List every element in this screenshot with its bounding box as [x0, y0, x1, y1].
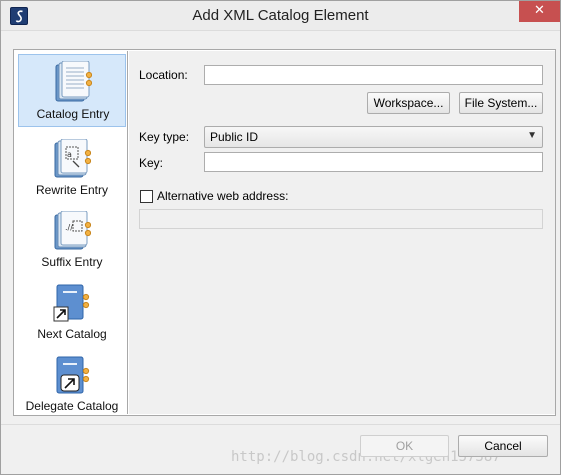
sidebar-item-label: Suffix Entry [41, 255, 103, 269]
workspace-button[interactable]: Workspace... [367, 92, 450, 114]
suffix-entry-icon: .// [53, 210, 92, 251]
svg-text:.//: .// [65, 223, 73, 232]
sidebar-item-label: Delegate Catalog [25, 399, 119, 413]
alternative-web-address-field [139, 209, 543, 229]
sidebar-item-label: Next Catalog [37, 327, 107, 341]
location-field[interactable] [204, 65, 543, 85]
dialog-title: Add XML Catalog Element [192, 7, 369, 24]
next-catalog-icon [53, 283, 91, 323]
sidebar-item-label: Catalog Entry [36, 107, 110, 121]
title-bar[interactable]: Add XML Catalog Element ✕ [1, 1, 560, 31]
sidebar-item-next-catalog[interactable]: Next Catalog [18, 277, 126, 347]
cancel-button[interactable]: Cancel [458, 435, 548, 457]
key-field[interactable] [204, 152, 543, 172]
sidebar-item-label: Rewrite Entry [35, 183, 109, 197]
chevron-down-icon: ▼ [527, 130, 537, 141]
svg-text:a: a [67, 150, 72, 159]
sidebar-item-delegate-catalog[interactable]: Delegate Catalog [18, 349, 126, 419]
key-label: Key: [139, 156, 164, 170]
file-system-button[interactable]: File System... [459, 92, 543, 114]
location-label: Location: [139, 68, 188, 82]
delegate-catalog-icon [53, 355, 91, 395]
alternative-web-address-checkbox[interactable] [140, 190, 153, 203]
sidebar-item-rewrite-entry[interactable]: a Rewrite Entry [18, 133, 126, 203]
catalog-entry-icon [54, 60, 93, 102]
key-type-select[interactable]: Public ID ▼ [204, 126, 543, 148]
content-panel: Catalog Entry a Rewrite Entry .// Suffix… [13, 49, 556, 416]
rewrite-entry-icon: a [53, 138, 92, 179]
close-button[interactable]: ✕ [519, 1, 560, 22]
footer-separator [1, 424, 560, 425]
alternative-web-address-label: Alternative web address: [157, 189, 289, 203]
close-icon: ✕ [534, 3, 545, 18]
key-type-value: Public ID [210, 130, 259, 144]
key-type-label: Key type: [139, 130, 190, 144]
ok-button[interactable]: OK [360, 435, 449, 457]
sidebar-item-suffix-entry[interactable]: .// Suffix Entry [18, 205, 126, 275]
entry-type-list: Catalog Entry a Rewrite Entry .// Suffix… [15, 51, 128, 414]
sidebar-item-catalog-entry[interactable]: Catalog Entry [18, 54, 126, 127]
entry-form: Location: Workspace... File System... Ke… [129, 51, 555, 414]
dialog-window: Add XML Catalog Element ✕ Catalog Entry … [0, 0, 561, 475]
